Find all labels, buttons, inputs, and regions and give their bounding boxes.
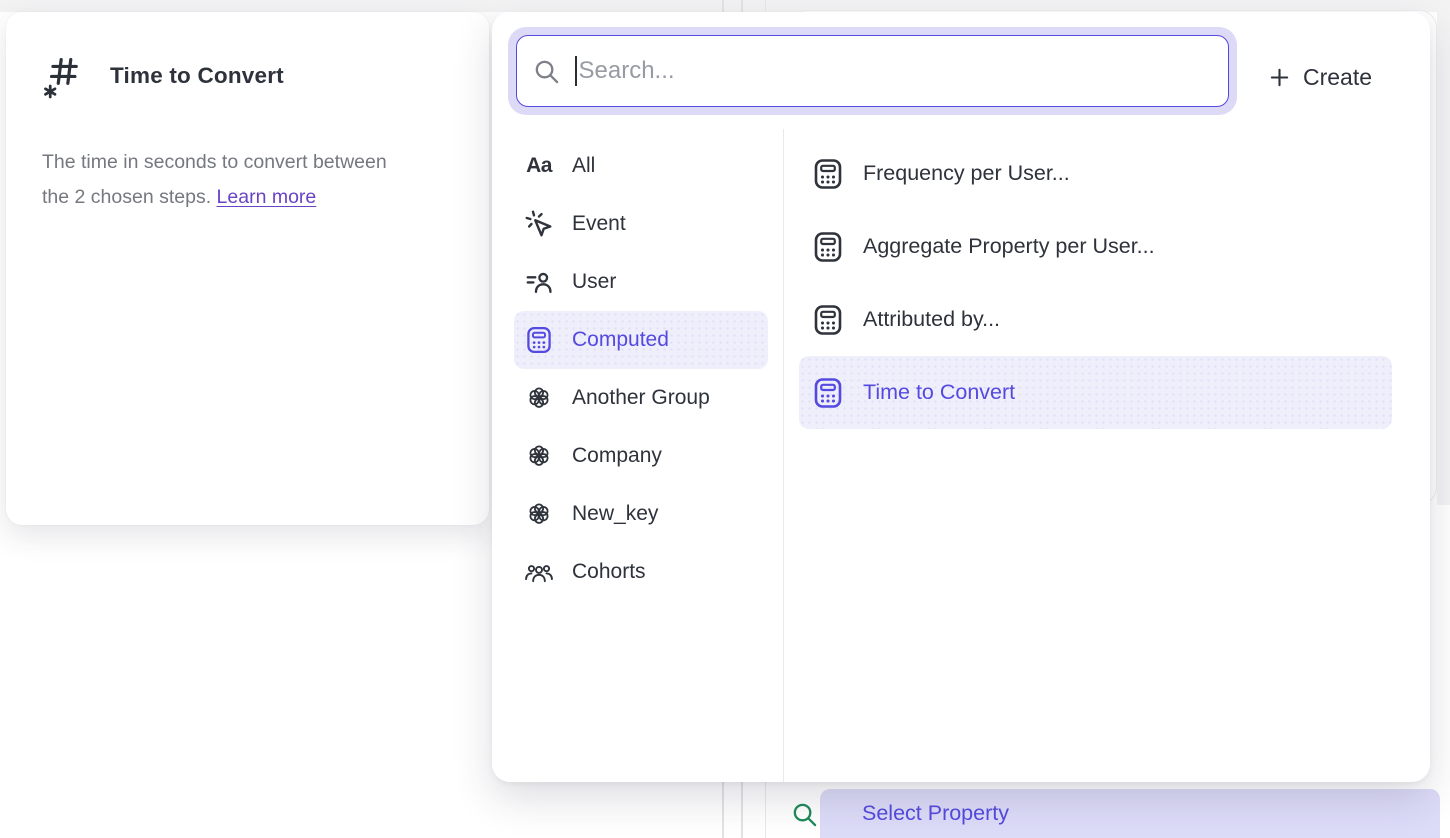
- property-search-icon: [791, 801, 818, 828]
- search-box[interactable]: [516, 35, 1229, 107]
- screen: Select Property Time to Convert The time…: [0, 0, 1450, 838]
- select-property-field[interactable]: Select Property: [820, 789, 1440, 838]
- category-label: Another Group: [572, 386, 710, 410]
- category-label: Cohorts: [572, 560, 646, 584]
- calculator-icon: [524, 325, 554, 355]
- panel-divider: [783, 129, 784, 782]
- property-description: The time in seconds to convert between t…: [42, 145, 442, 215]
- group-flower-icon: [524, 441, 554, 471]
- result-item-frequency-per-user[interactable]: Frequency per User...: [799, 137, 1392, 210]
- category-item-cohorts[interactable]: Cohorts: [514, 543, 768, 601]
- category-item-new-key[interactable]: New_key: [514, 485, 768, 543]
- category-label: Event: [572, 212, 626, 236]
- search-focus-ring: [508, 27, 1237, 115]
- property-title: Time to Convert: [110, 63, 284, 89]
- category-item-user[interactable]: User: [514, 253, 768, 311]
- category-label: New_key: [572, 502, 658, 526]
- create-label: Create: [1303, 64, 1372, 91]
- results-list: Frequency per User... Aggregate Property…: [799, 137, 1392, 429]
- search-icon: [533, 58, 560, 85]
- result-label: Attributed by...: [863, 307, 1000, 332]
- calculator-icon: [811, 230, 845, 264]
- description-line1: The time in seconds to convert between: [42, 151, 387, 173]
- create-button[interactable]: Create: [1258, 56, 1382, 99]
- category-label: Computed: [572, 328, 669, 352]
- background-right-strip: [1437, 0, 1450, 505]
- category-item-company[interactable]: Company: [514, 427, 768, 485]
- result-label: Time to Convert: [863, 380, 1015, 405]
- result-item-time-to-convert[interactable]: Time to Convert: [799, 356, 1392, 429]
- category-label: User: [572, 270, 616, 294]
- group-flower-icon: [524, 383, 554, 413]
- property-info-card: Time to Convert The time in seconds to c…: [6, 12, 489, 525]
- category-label: All: [572, 154, 595, 178]
- result-item-aggregate-property-per-user[interactable]: Aggregate Property per User...: [799, 210, 1392, 283]
- numeric-property-icon: [42, 52, 84, 100]
- category-item-all[interactable]: Aa All: [514, 137, 768, 195]
- category-item-another-group[interactable]: Another Group: [514, 369, 768, 427]
- result-label: Frequency per User...: [863, 161, 1070, 186]
- description-line2: the 2 chosen steps.: [42, 186, 211, 208]
- calculator-icon: [811, 376, 845, 410]
- text-aa-icon: Aa: [524, 151, 554, 181]
- result-item-attributed-by[interactable]: Attributed by...: [799, 283, 1392, 356]
- user-list-icon: [524, 267, 554, 297]
- property-picker-popup: Create Aa All Event: [492, 12, 1430, 782]
- cursor-click-icon: [524, 209, 554, 239]
- learn-more-link[interactable]: Learn more: [217, 186, 317, 208]
- category-item-computed[interactable]: Computed: [514, 311, 768, 369]
- plus-icon: [1268, 66, 1291, 89]
- result-label: Aggregate Property per User...: [863, 234, 1155, 259]
- property-info-header: Time to Convert: [42, 52, 284, 100]
- calculator-icon: [811, 303, 845, 337]
- group-flower-icon: [524, 499, 554, 529]
- category-list: Aa All Event User: [514, 137, 768, 601]
- search-input[interactable]: [577, 57, 1213, 85]
- select-property-label: Select Property: [862, 801, 1009, 826]
- calculator-icon: [811, 157, 845, 191]
- people-icon: [524, 557, 554, 587]
- category-label: Company: [572, 444, 662, 468]
- category-item-event[interactable]: Event: [514, 195, 768, 253]
